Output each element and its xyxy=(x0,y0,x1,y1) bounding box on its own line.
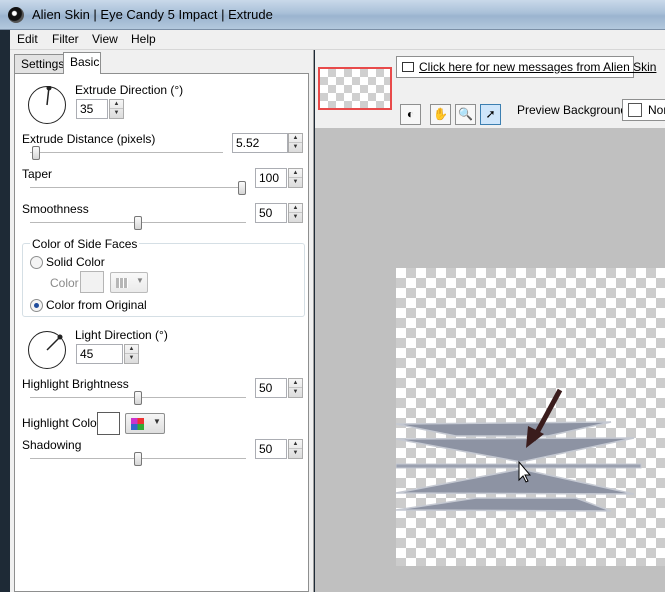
spin-up-icon[interactable]: ▲ xyxy=(289,379,302,388)
color-from-original-radio[interactable] xyxy=(30,299,43,312)
spin-down-icon[interactable]: ▼ xyxy=(289,178,302,187)
extrude-direction-spinner[interactable]: ▲ ▼ xyxy=(109,99,124,119)
extrude-layer xyxy=(396,497,612,512)
preview-background-value: Nom xyxy=(648,103,665,117)
spin-down-icon[interactable]: ▼ xyxy=(289,388,302,397)
hand-icon: ✋ xyxy=(433,107,448,121)
pan-tool-button[interactable]: ✋ xyxy=(430,104,451,125)
background-swatch-icon xyxy=(628,103,642,117)
menu-help[interactable]: Help xyxy=(131,32,156,46)
pointer-tool-button[interactable]: ➚ xyxy=(480,104,501,125)
spin-up-icon[interactable]: ▲ xyxy=(110,100,123,109)
highlight-color-label: Highlight Color xyxy=(22,416,101,430)
preview-background-select[interactable]: Nom xyxy=(622,99,665,121)
shadowing-label: Shadowing xyxy=(22,438,82,452)
palette-grid-icon xyxy=(131,418,144,430)
app-icon xyxy=(8,7,24,23)
extrude-direction-input[interactable]: 35 xyxy=(76,99,108,119)
menu-filter[interactable]: Filter xyxy=(52,32,79,46)
message-bar[interactable]: Click here for new messages from Alien S… xyxy=(396,56,656,78)
spin-down-icon[interactable]: ▼ xyxy=(289,213,302,222)
preview-background-label: Preview Background: xyxy=(517,103,631,117)
highlight-brightness-slider-thumb[interactable] xyxy=(134,391,142,405)
spin-up-icon[interactable]: ▲ xyxy=(289,134,302,143)
spin-down-icon[interactable]: ▼ xyxy=(125,354,138,363)
navigator-thumbnail[interactable] xyxy=(318,67,392,110)
extrude-direction-label: Extrude Direction (°) xyxy=(75,83,184,97)
solid-color-radio[interactable] xyxy=(30,256,43,269)
extrude-layer xyxy=(396,468,635,495)
spin-up-icon[interactable]: ▲ xyxy=(289,204,302,213)
spin-down-icon[interactable]: ▼ xyxy=(110,109,123,118)
spin-down-icon[interactable]: ▼ xyxy=(289,143,302,152)
side-faces-group-label: Color of Side Faces xyxy=(30,237,140,251)
menu-bar: Edit Filter View Help xyxy=(10,30,665,50)
extrude-layer xyxy=(396,421,612,437)
side-color-menu-button[interactable]: ▼ xyxy=(110,272,148,293)
highlight-brightness-spinner[interactable]: ▲ ▼ xyxy=(288,378,303,398)
dial-needle-icon xyxy=(46,86,52,106)
title-bar: Alien Skin | Eye Candy 5 Impact | Extrud… xyxy=(0,0,665,30)
extrude-distance-track xyxy=(30,152,223,154)
window-title: Alien Skin | Eye Candy 5 Impact | Extrud… xyxy=(32,7,273,22)
spin-up-icon[interactable]: ▲ xyxy=(289,169,302,178)
pointer-icon: ➚ xyxy=(485,107,496,121)
extrude-layer xyxy=(396,437,635,463)
tab-settings[interactable]: Settings xyxy=(14,54,64,74)
shadowing-slider-thumb[interactable] xyxy=(134,452,142,466)
spin-up-icon[interactable]: ▲ xyxy=(125,345,138,354)
spin-down-icon[interactable]: ▼ xyxy=(289,449,302,458)
smoothness-spinner[interactable]: ▲ ▼ xyxy=(288,203,303,223)
spin-up-icon[interactable]: ▲ xyxy=(289,440,302,449)
menu-view[interactable]: View xyxy=(92,32,118,46)
smoothness-input[interactable]: 50 xyxy=(255,203,287,223)
highlight-brightness-input[interactable]: 50 xyxy=(255,378,287,398)
tab-basic[interactable]: Basic xyxy=(63,52,101,74)
extrude-distance-slider-thumb[interactable] xyxy=(31,146,40,160)
taper-label: Taper xyxy=(22,167,53,181)
highlight-brightness-label: Highlight Brightness xyxy=(22,377,129,391)
side-color-swatch[interactable] xyxy=(80,271,104,293)
extrude-direction-dial[interactable] xyxy=(28,86,66,124)
light-direction-spinner[interactable]: ▲ ▼ xyxy=(124,344,139,364)
chevron-down-icon: ▼ xyxy=(136,276,144,285)
extrude-distance-spinner[interactable]: ▲ ▼ xyxy=(288,133,303,153)
message-icon xyxy=(402,62,414,72)
chevron-down-icon: ▼ xyxy=(153,417,161,426)
preview-toggle-button[interactable]: ◐ xyxy=(400,104,421,125)
taper-track xyxy=(30,187,246,189)
zoom-tool-button[interactable]: 🔍 xyxy=(455,104,476,125)
zoom-icon: 🔍 xyxy=(458,107,473,121)
solid-color-label[interactable]: Solid Color xyxy=(46,255,105,269)
extruded-shape xyxy=(396,388,642,512)
smoothness-label: Smoothness xyxy=(22,202,89,216)
smoothness-slider-thumb[interactable] xyxy=(134,216,142,230)
dial-needle-icon xyxy=(46,334,63,351)
side-color-label: Color xyxy=(50,276,79,290)
light-direction-input[interactable]: 45 xyxy=(76,344,123,364)
shadowing-input[interactable]: 50 xyxy=(255,439,287,459)
extrude-distance-label: Extrude Distance (pixels) xyxy=(22,132,156,146)
shadowing-spinner[interactable]: ▲ ▼ xyxy=(288,439,303,459)
light-direction-dial[interactable] xyxy=(28,331,66,369)
extrude-distance-input[interactable]: 5.52 xyxy=(232,133,288,153)
color-from-original-label[interactable]: Color from Original xyxy=(46,298,147,312)
highlight-color-menu-button[interactable]: ▼ xyxy=(125,413,165,434)
preview-toggle-icon: ◐ xyxy=(406,107,415,121)
taper-slider-thumb[interactable] xyxy=(238,181,246,195)
highlight-color-swatch[interactable] xyxy=(97,412,120,435)
menu-edit[interactable]: Edit xyxy=(17,32,38,46)
light-direction-label: Light Direction (°) xyxy=(75,328,168,342)
message-link[interactable]: Click here for new messages from Alien S… xyxy=(419,60,656,74)
palette-grid-icon xyxy=(116,278,128,288)
taper-input[interactable]: 100 xyxy=(255,168,287,188)
taper-spinner[interactable]: ▲ ▼ xyxy=(288,168,303,188)
